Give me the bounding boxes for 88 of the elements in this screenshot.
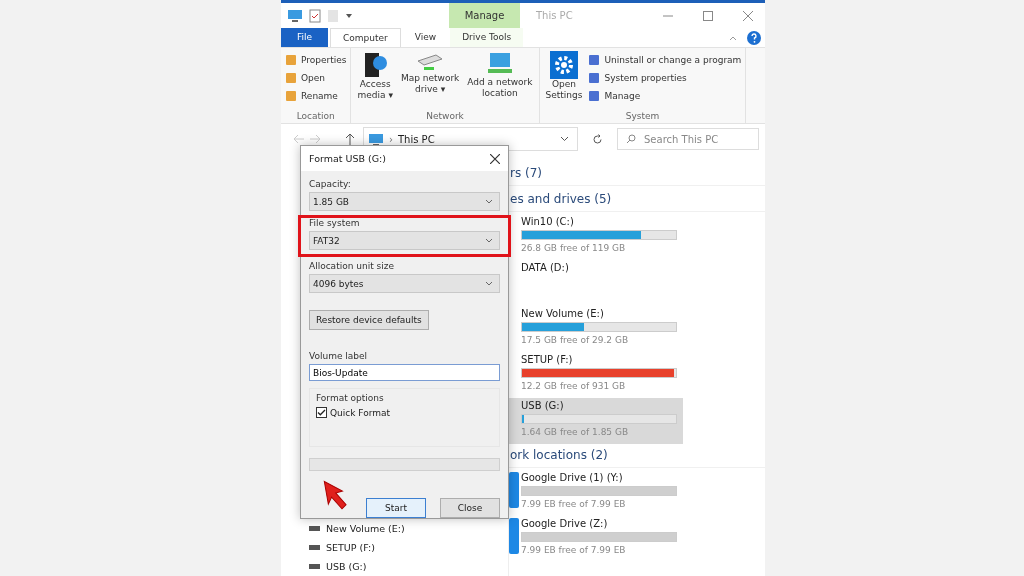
- free-space-text: 26.8 GB free of 119 GB: [521, 243, 627, 253]
- command-icon: [285, 90, 297, 102]
- section-heading[interactable]: ork locations (2): [509, 444, 765, 468]
- dropdown[interactable]: FAT32: [309, 231, 500, 250]
- command-icon: [588, 72, 601, 84]
- drive-icon: [309, 544, 320, 551]
- command-icon: [285, 54, 297, 66]
- network-drive-icon: [416, 51, 445, 73]
- chevron-down-icon: [485, 199, 493, 204]
- drive-tile[interactable]: New Volume (E:) 17.5 GB free of 29.2 GB: [509, 306, 683, 352]
- nav-item[interactable]: New Volume (E:): [309, 519, 508, 538]
- window-title: This PC: [536, 10, 573, 21]
- chevron-down-icon: [560, 136, 569, 142]
- drive-icon: [309, 563, 320, 570]
- dropdown[interactable]: 4096 bytes: [309, 274, 500, 293]
- ribbon-button[interactable]: Open Settings: [543, 51, 585, 111]
- dropdown-icon[interactable]: [345, 11, 353, 20]
- dialog-title: Format USB (G:): [309, 153, 386, 164]
- command-icon: [588, 90, 601, 102]
- restore-defaults-button[interactable]: Restore device defaults: [309, 310, 429, 330]
- group-label: System: [624, 111, 661, 123]
- drive-tile[interactable]: Google Drive (1) (Y:) 7.99 EB free of 7.99 EB: [509, 470, 683, 516]
- drive-name: Google Drive (1) (Y:): [521, 472, 624, 483]
- dropdown[interactable]: 1.85 GB: [309, 192, 500, 211]
- free-space-text: 7.99 EB free of 7.99 EB: [521, 499, 627, 509]
- drive-icon: [309, 525, 320, 532]
- ribbon-button[interactable]: Open: [285, 69, 347, 87]
- command-icon: [588, 54, 601, 66]
- section-heading[interactable]: rs (7): [509, 162, 765, 186]
- ribbon-button[interactable]: Add a network location: [465, 51, 535, 111]
- drive-name: SETUP (F:): [521, 354, 574, 365]
- ribbon-button[interactable]: Rename: [285, 87, 347, 105]
- drive-tile[interactable]: Win10 (C:) 26.8 GB free of 119 GB: [509, 214, 683, 260]
- close-icon[interactable]: [490, 153, 500, 164]
- maximize-icon[interactable]: [703, 10, 713, 21]
- ribbon-button[interactable]: Map network drive ▾: [398, 51, 462, 111]
- ribbon-button[interactable]: Uninstall or change a program: [588, 51, 742, 69]
- drive-name: DATA (D:): [521, 262, 570, 273]
- group-label: Network: [425, 111, 465, 123]
- search-field[interactable]: Search This PC: [617, 128, 759, 150]
- ribbon-tab[interactable]: File: [281, 28, 329, 47]
- section-heading[interactable]: es and drives (5): [509, 188, 765, 212]
- ribbon-button[interactable]: Manage: [588, 87, 742, 105]
- free-space-text: 1.64 GB free of 1.85 GB: [521, 427, 630, 437]
- drive-tile[interactable]: SETUP (F:) 12.2 GB free of 931 GB: [509, 352, 683, 398]
- drive-name: Win10 (C:): [521, 216, 575, 227]
- up-arrow-icon[interactable]: [345, 133, 355, 145]
- help-icon[interactable]: [747, 30, 761, 45]
- settings-icon: [550, 51, 578, 79]
- free-space-text: 7.99 EB free of 7.99 EB: [521, 545, 627, 555]
- ribbon-tab[interactable]: Drive Tools: [450, 28, 524, 47]
- command-icon: [285, 72, 297, 84]
- ribbon-button[interactable]: Properties: [285, 51, 347, 69]
- media-icon: [362, 51, 389, 79]
- search-icon: [626, 134, 636, 144]
- drive-name: USB (G:): [521, 400, 565, 411]
- drive-tile[interactable]: Google Drive (Z:) 7.99 EB free of 7.99 EB: [509, 516, 683, 562]
- field-label: Allocation unit size: [309, 261, 395, 271]
- quick-format-checkbox[interactable]: Quick Format: [316, 407, 493, 418]
- computer-icon[interactable]: [287, 8, 303, 23]
- dialog-button[interactable]: Start: [366, 498, 426, 518]
- context-tab-label[interactable]: Manage: [449, 3, 520, 28]
- dialog-button[interactable]: Close: [440, 498, 500, 518]
- nav-item[interactable]: USB (G:): [309, 557, 508, 576]
- free-space-text: 17.5 GB free of 29.2 GB: [521, 335, 630, 345]
- ribbon-tab[interactable]: Computer: [330, 27, 401, 48]
- volume-label-field[interactable]: Bios-Update: [309, 364, 500, 381]
- nav-item[interactable]: SETUP (F:): [309, 538, 508, 557]
- ribbon-button[interactable]: Access media ▾: [355, 51, 395, 111]
- computer-icon: [368, 132, 384, 146]
- ribbon-tab[interactable]: View: [402, 28, 449, 47]
- chevron-down-icon: [485, 238, 493, 243]
- properties-icon[interactable]: [309, 8, 321, 23]
- refresh-icon[interactable]: [592, 133, 603, 145]
- drive-tile[interactable]: DATA (D:): [509, 260, 683, 306]
- drive-name: New Volume (E:): [521, 308, 605, 319]
- ribbon-button[interactable]: System properties: [588, 69, 742, 87]
- group-label: Location: [295, 111, 336, 123]
- field-label: Volume label: [309, 351, 369, 361]
- free-space-text: 12.2 GB free of 931 GB: [521, 381, 627, 391]
- field-label: File system: [309, 218, 361, 228]
- field-label: Capacity:: [309, 179, 352, 189]
- drive-tile[interactable]: USB (G:) 1.64 GB free of 1.85 GB: [509, 398, 683, 444]
- checkbox-icon: [316, 407, 327, 418]
- collapse-icon[interactable]: [729, 34, 737, 41]
- group-label: Format options: [316, 393, 385, 403]
- drive-name: Google Drive (Z:): [521, 518, 609, 529]
- chevron-down-icon: [485, 281, 493, 286]
